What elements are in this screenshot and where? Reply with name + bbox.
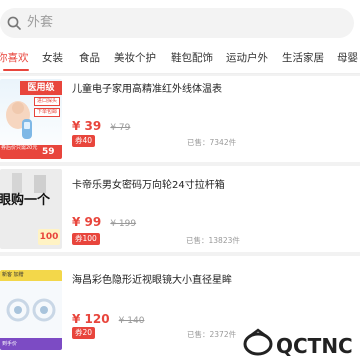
tab-outdoor[interactable]: 运动户外 [226,51,268,65]
image-tag: 进口探头 [34,97,60,106]
product-image[interactable]: 新客 加赠 到手价 [0,270,62,350]
category-tabs: 你喜欢 女装 食品 美妆个护 鞋包配饰 运动户外 生活家居 母婴 [0,44,360,74]
tab-favorites[interactable]: 你喜欢 [0,51,29,65]
active-tab-indicator [3,69,29,71]
sold-count: 已售：13823件 [186,236,240,245]
tab-womens-clothing[interactable]: 女装 [42,51,63,65]
search-input[interactable]: 外套 [0,8,354,38]
image-price: 100 [38,229,60,245]
price-row: ¥ 39 ¥ 79 [72,115,130,134]
image-slogan: 眼购一个 [0,193,51,208]
sold-count: 已售：2372件 [187,330,237,339]
search-bar: 外套 [0,0,360,44]
tab-food[interactable]: 食品 [79,51,100,65]
product-price: ¥ 99 [72,215,102,229]
coupon-badge[interactable]: 券100 [72,233,100,245]
tab-shoes-bags[interactable]: 鞋包配饰 [171,51,213,65]
medical-grade-badge: 医用级 [20,81,62,95]
product-card[interactable]: 眼购一个 100 卡帝乐男女密码万向轮24寸拉杆箱 ¥ 99 ¥ 199 券10… [0,166,360,252]
watermark-text: QCTNC [276,334,353,358]
watermark-logo: QCTNC [243,328,353,358]
price-row: ¥ 120 ¥ 140 [72,308,144,327]
price-row: ¥ 99 ¥ 199 [72,211,136,230]
contact-lens-illustration [6,298,56,322]
coupon-badge[interactable]: 券20 [72,327,96,339]
product-title[interactable]: 儿童电子家用高精准红外线体温表 [72,83,222,97]
coupon-badge[interactable]: 券40 [72,135,96,147]
product-image[interactable]: 眼购一个 100 [0,169,62,249]
original-price: ¥ 199 [110,219,137,229]
sold-count: 已售：7342件 [187,138,237,147]
original-price: ¥ 79 [110,123,131,133]
original-price: ¥ 140 [118,316,145,326]
tab-baby[interactable]: 母婴 [337,51,358,65]
search-icon [7,16,21,30]
tab-beauty[interactable]: 美妆个护 [114,51,156,65]
thermometer-illustration [6,101,32,139]
image-tag: 下单包邮 [34,108,60,117]
image-price-bar: 到手价 [0,338,62,350]
product-title[interactable]: 海昌彩色隐形近视眼镜大小直径星眸 [72,274,232,288]
product-title[interactable]: 卡帝乐男女密码万向轮24寸拉杆箱 [72,179,225,193]
search-placeholder: 外套 [27,15,54,30]
image-coupon-note: 券后价只需20元 [1,145,38,151]
product-price: ¥ 120 [72,312,110,326]
image-promo-banner: 新客 加赠 [0,270,62,281]
tab-home[interactable]: 生活家居 [282,51,324,65]
product-price: ¥ 39 [72,119,102,133]
image-price: 59 [42,147,55,157]
product-card[interactable]: 医用级 进口探头 下单包邮 券后价只需20元 59 儿童电子家用高精准红外线体温… [0,76,360,162]
product-image[interactable]: 医用级 进口探头 下单包邮 券后价只需20元 59 [0,79,62,159]
luggage-illustration [12,173,46,193]
